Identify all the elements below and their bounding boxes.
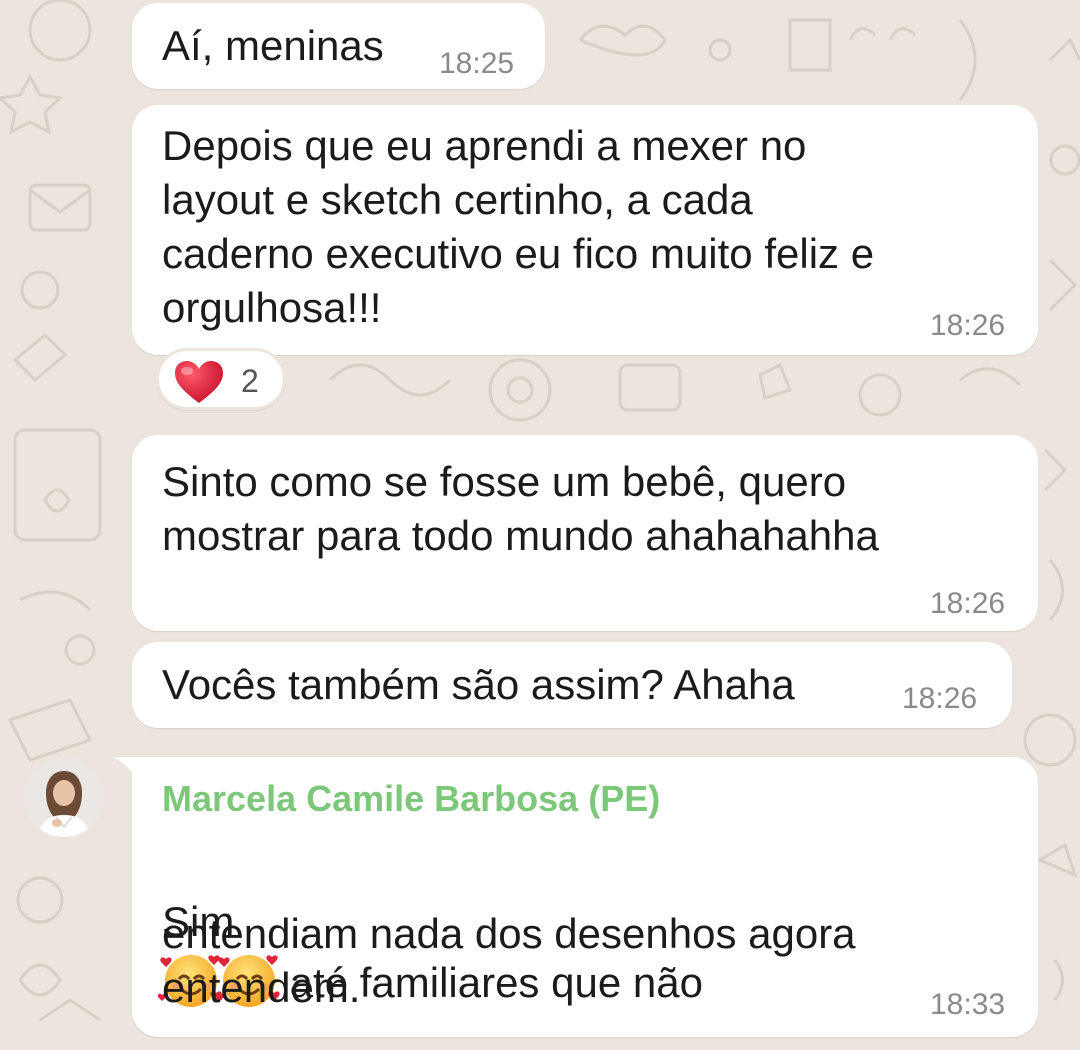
bubble-tail [112,757,136,777]
message-text: Depois que eu aprendi a mexer no layout … [162,122,875,331]
message-bubble[interactable]: Depois que eu aprendi a mexer no layout … [132,105,1038,355]
incoming-message-bubble[interactable]: Marcela Camile Barbosa (PE) Sim até fami… [112,757,1038,1037]
sender-name: Marcela Camile Barbosa (PE) [162,778,661,819]
message-timestamp: 18:26 [930,309,1006,342]
message-text: Vocês também são assim? Ahaha [162,661,795,708]
message-timestamp: 18:26 [902,682,978,715]
message-bubble[interactable]: Aí, meninas 18:25 [132,3,545,89]
message-timestamp: 18:25 [439,47,515,80]
message-reaction[interactable]: 2 [156,348,286,410]
user-avatar-icon [24,757,104,837]
message-timestamp: 18:33 [930,988,1006,1021]
message-text-rest: entendiam nada dos desenhos agora entend… [162,910,856,1011]
message-bubble[interactable]: Sinto como se fosse um bebê, quero mostr… [132,435,1038,631]
message-text: Sinto como se fosse um bebê, quero mostr… [162,458,879,559]
message-text: Aí, meninas [162,22,384,69]
message-bubble[interactable]: Vocês também são assim? Ahaha 18:26 [132,642,1012,728]
red-heart-icon [175,361,223,403]
message-timestamp: 18:26 [930,587,1006,620]
sender-avatar[interactable] [24,757,104,837]
reaction-count: 2 [241,363,259,399]
